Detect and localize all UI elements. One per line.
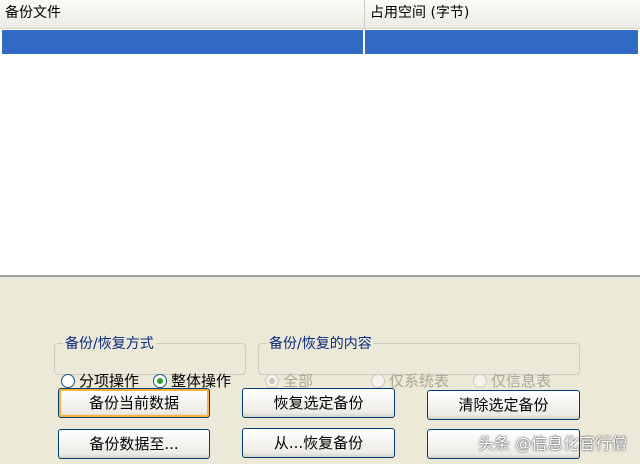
backup-restore-window: 备份文件 占用空间 (字节) 备份/恢复方式 分项操作 整体操作 备份/恢复的内…: [0, 0, 640, 464]
backup-content-group: 备份/恢复的内容 全部 仅系统表 仅信息表: [258, 333, 580, 390]
radio-system-tables-label: 仅系统表: [389, 372, 450, 390]
radio-circle-icon: [473, 373, 487, 388]
backup-content-title: 备份/恢复的内容: [269, 336, 372, 352]
list-header: 备份文件 占用空间 (字节): [0, 0, 640, 29]
radio-checked-icon: [265, 373, 279, 388]
column-header-backup-file[interactable]: 备份文件: [0, 0, 365, 28]
radio-checked-icon: [153, 373, 167, 388]
backup-file-list[interactable]: 备份文件 占用空间 (字节): [0, 0, 640, 277]
backup-current-button[interactable]: 备份当前数据: [58, 388, 210, 418]
backup-mode-group: 备份/恢复方式 分项操作 整体操作: [54, 333, 246, 390]
row-column-divider: [363, 30, 365, 54]
clear-selected-button[interactable]: 清除选定备份: [427, 390, 580, 420]
column-header-space-used[interactable]: 占用空间 (字节): [365, 0, 640, 28]
radio-circle-icon: [371, 373, 385, 388]
watermark: 头条 @信息化官行僧: [478, 434, 628, 453]
radio-info-tables-label: 仅信息表: [491, 372, 552, 390]
list-row-selected[interactable]: [2, 30, 638, 54]
radio-info-tables[interactable]: 仅信息表: [473, 370, 551, 391]
radio-circle-icon: [61, 373, 75, 388]
backup-mode-title: 备份/恢复方式: [65, 336, 154, 352]
restore-selected-button[interactable]: 恢复选定备份: [242, 388, 395, 418]
backup-to-button[interactable]: 备份数据至...: [58, 429, 210, 459]
restore-from-button[interactable]: 从...恢复备份: [242, 428, 395, 458]
